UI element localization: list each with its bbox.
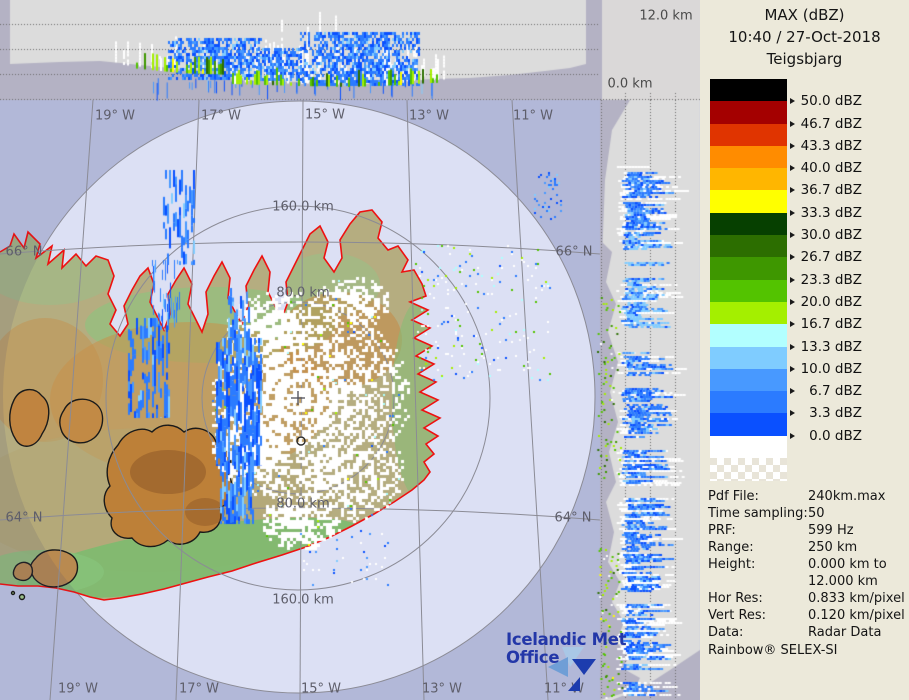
legend-band (710, 145, 787, 169)
legend-band (710, 79, 787, 102)
info-value: 0.833 km/pixel (808, 590, 905, 606)
info-label: Time sampling: (708, 505, 808, 521)
legend-row: 0.0 dBZ (710, 413, 900, 444)
info-label: Pdf File: (708, 488, 759, 504)
legend-band (710, 212, 787, 236)
legend-band (710, 235, 787, 258)
panel-title: MAX (dBZ) (764, 6, 845, 24)
legend-band (710, 123, 787, 146)
info-value: 0.000 km to (808, 556, 887, 572)
legend-row: 43.3 dBZ (710, 123, 900, 154)
legend-panel: MAX (dBZ) 10:40 / 27-Oct-2018 Teigsbjarg… (700, 0, 909, 700)
info-label: PRF: (708, 522, 736, 538)
legend-row: 20.0 dBZ (710, 279, 900, 310)
info-label: Height: (708, 556, 756, 572)
info-value: 250 km (808, 539, 858, 555)
pinwheel-logo-icon (548, 647, 596, 691)
legend-band (710, 324, 787, 347)
info-label: Hor Res: (708, 590, 763, 606)
legend-arrow-icon (790, 432, 795, 439)
legend-row: 13.3 dBZ (710, 324, 900, 355)
info-label: Vert Res: (708, 607, 767, 623)
info-value: 240km.max (808, 488, 886, 504)
legend-band (710, 346, 787, 369)
info-value: 599 Hz (808, 522, 854, 538)
info-value: 0.120 km/pixel (808, 607, 905, 623)
panel-station: Teigsbjarg (766, 50, 843, 68)
software-name: Rainbow® SELEX-SI (708, 642, 838, 658)
legend-band (710, 257, 787, 280)
legend-row: 33.3 dBZ (710, 190, 900, 221)
legend-value: 0.0 dBZ (809, 427, 862, 444)
legend-band (710, 190, 787, 213)
legend-band-below-0dbz (710, 435, 787, 458)
legend-band (710, 168, 787, 191)
legend-band (710, 413, 787, 436)
legend-no-data-checker (710, 457, 787, 481)
legend-band (710, 101, 787, 124)
legend-band (710, 368, 787, 392)
info-label: Data: (708, 624, 744, 640)
met-office-logo: Icelandic Met Office (506, 631, 627, 691)
legend-row: 10.0 dBZ (710, 346, 900, 377)
legend-row: 50.0 dBZ (710, 79, 900, 109)
legend-row: 6.7 dBZ (710, 368, 900, 399)
legend-row: 23.3 dBZ (710, 257, 900, 288)
panel-datetime: 10:40 / 27-Oct-2018 (728, 28, 881, 46)
legend-row: 36.7 dBZ (710, 168, 900, 198)
legend-band (710, 391, 787, 414)
radar-viewer: 19° W 17° W 15° W 13° W 11° W 19° W 17° W 15° W… (0, 0, 909, 700)
product-info: Pdf File: 240km.max Time sampling: 50 PRF: 59… (708, 488, 909, 641)
legend-row: 46.7 dBZ (710, 101, 900, 132)
legend-row: 30.0 dBZ (710, 212, 900, 243)
legend-row: 26.7 dBZ (710, 235, 900, 265)
legend-band (710, 279, 787, 302)
legend-row: 40.0 dBZ (710, 145, 900, 176)
dbz-color-scale: 50.0 dBZ 46.7 dBZ 43.3 dBZ 40.0 dBZ 36.7 dBZ… (710, 79, 900, 481)
info-label (708, 573, 808, 590)
info-value: 12.000 km (808, 573, 878, 589)
legend-band (710, 301, 787, 325)
info-value: Radar Data (808, 624, 882, 640)
legend-row: 16.7 dBZ (710, 301, 900, 332)
info-value: 50 (808, 505, 825, 521)
info-label: Range: (708, 539, 754, 555)
legend-row: 3.3 dBZ (710, 391, 900, 421)
